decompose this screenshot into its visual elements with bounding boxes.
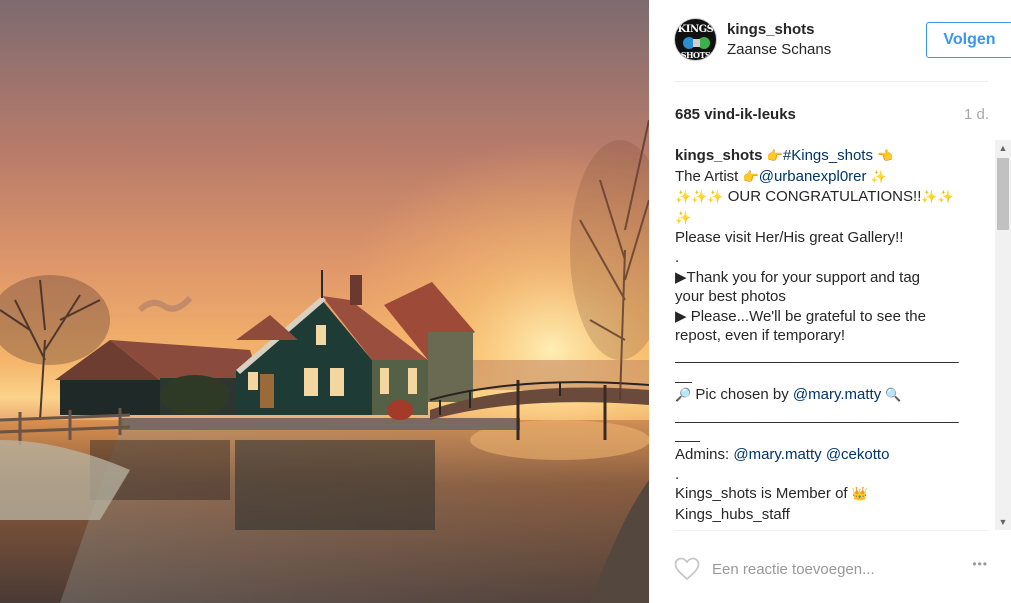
- scrollbar-thumb[interactable]: [997, 158, 1009, 230]
- artist-prefix: The Artist: [675, 167, 739, 185]
- photo-artwork: [0, 0, 649, 603]
- pointing-left-icon: 👈: [877, 149, 894, 164]
- member-text: Kings_shots is Member of: [675, 485, 848, 503]
- admin-mention-link[interactable]: @mary.matty: [733, 446, 821, 463]
- sparkles-icon: ✨: [691, 190, 708, 206]
- more-options-icon[interactable]: •••: [960, 557, 988, 577]
- caption-divider: ___: [675, 426, 701, 444]
- avatar[interactable]: KINGS SHOTS: [674, 18, 717, 61]
- caption-line-member-2: Kings_hubs_staff: [675, 505, 790, 523]
- caption-divider: __: [675, 366, 692, 384]
- magnifier-right-icon: 🔍: [885, 388, 902, 404]
- post-header: KINGS SHOTS kings_shots Zaanse Schans Vo…: [674, 18, 1011, 82]
- hashtag-link[interactable]: #Kings_shots: [783, 147, 873, 164]
- scroll-down-icon[interactable]: ▼: [995, 514, 1011, 530]
- follow-button[interactable]: Volgen: [926, 22, 1011, 58]
- heart-icon[interactable]: [674, 557, 700, 581]
- caption-line-sparkle: ✨: [675, 208, 995, 229]
- likes-row: 685 vind-ik-leuks 1 d.: [675, 106, 989, 126]
- caption-divider: __________________________________: [675, 346, 959, 364]
- post-location[interactable]: Zaanse Schans: [727, 41, 831, 58]
- caption-line-dot: .: [675, 248, 680, 266]
- caption-line-admins: Admins: @mary.matty @cekotto: [675, 445, 995, 465]
- pic-mention-link[interactable]: @mary.matty: [793, 386, 881, 403]
- sparkles-icon: ✨: [937, 190, 954, 206]
- caption-line-user: kings_shots 👉#Kings_shots 👈: [675, 146, 995, 167]
- caption-line-please-2: repost, even if temporary!: [675, 327, 846, 345]
- pointing-right-icon: 👉: [742, 169, 759, 185]
- comment-input[interactable]: [712, 555, 942, 583]
- congrats-text: OUR CONGRATULATIONS!!: [727, 188, 922, 206]
- admin-mention-link[interactable]: @cekotto: [826, 446, 890, 463]
- caption-line-congrats: ✨✨✨ OUR CONGRATULATIONS!!✨✨: [675, 187, 995, 208]
- avatar-logo-bottom: SHOTS: [680, 50, 711, 60]
- caption-line-pic: 🔎 Pic chosen by @mary.matty 🔍: [675, 385, 995, 406]
- sparkles-icon: ✨: [707, 190, 724, 206]
- admins-prefix: Admins:: [675, 445, 730, 463]
- sparkles-icon: ✨: [675, 210, 692, 226]
- sparkles-icon: ✨: [870, 169, 887, 185]
- caption-body: kings_shots 👉#Kings_shots 👈 The Artist 👉…: [675, 146, 995, 524]
- caption-scrollbar[interactable]: ▲ ▼: [995, 140, 1011, 530]
- pic-prefix: Pic chosen by: [695, 386, 789, 404]
- artist-mention-link[interactable]: @urbanexpl0rer: [759, 168, 867, 185]
- caption-divider: __________________________________: [675, 406, 959, 424]
- caption-username[interactable]: kings_shots: [675, 147, 763, 164]
- caption-line-member-1: Kings_shots is Member of 👑: [675, 484, 995, 505]
- caption-line-visit: Please visit Her/His great Gallery!!: [675, 229, 904, 247]
- sparkles-icon: ✨: [675, 190, 692, 206]
- caption-line-thanks-1: ▶Thank you for your support and tag: [675, 268, 921, 286]
- likes-count[interactable]: 685 vind-ik-leuks: [675, 106, 796, 123]
- pointing-right-icon: 👉: [766, 149, 783, 164]
- post-username[interactable]: kings_shots: [727, 21, 815, 38]
- magnifier-left-icon: 🔎: [675, 388, 692, 404]
- caption-line-thanks-2: your best photos: [675, 288, 786, 306]
- post-side-panel: KINGS SHOTS kings_shots Zaanse Schans Vo…: [649, 0, 1011, 603]
- caption-line-artist: The Artist 👉@urbanexpl0rer ✨: [675, 167, 995, 188]
- caption-line-dot: .: [675, 465, 680, 483]
- caption-line-please-1: ▶ Please...We'll be grateful to see the: [675, 307, 926, 325]
- post-actions: •••: [674, 530, 988, 603]
- sparkles-icon: ✨: [921, 190, 938, 206]
- scroll-up-icon[interactable]: ▲: [995, 140, 1011, 156]
- post-photo[interactable]: [0, 0, 649, 603]
- crown-icon: 👑: [851, 487, 868, 503]
- post-timestamp[interactable]: 1 d.: [964, 106, 989, 123]
- caption-list: kings_shots 👉#Kings_shots 👈 The Artist 👉…: [675, 146, 995, 526]
